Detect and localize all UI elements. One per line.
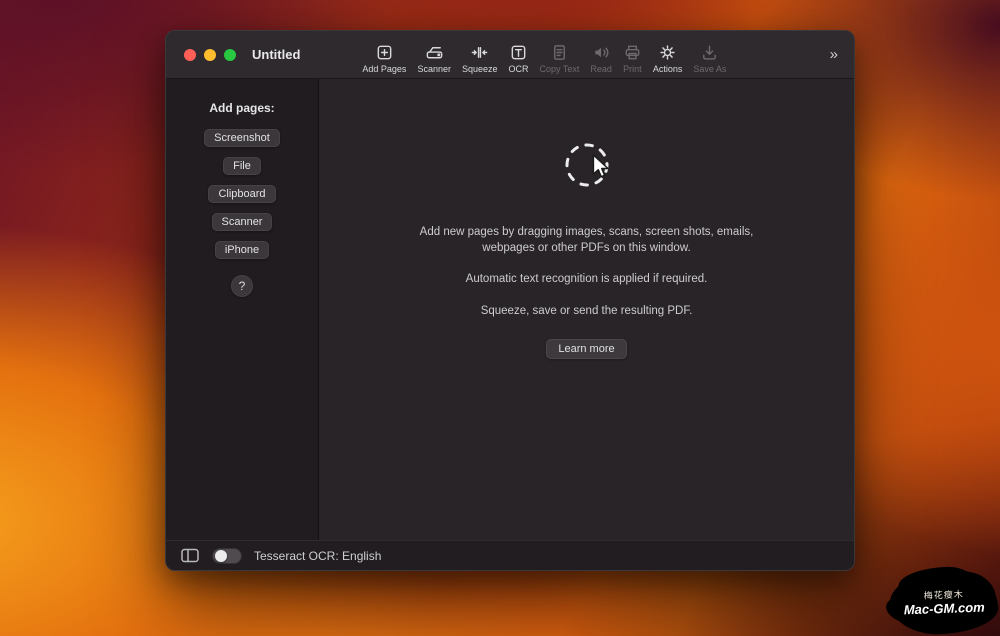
scanner-icon <box>425 43 444 62</box>
drop-hint-text: Add new pages by dragging images, scans,… <box>411 225 763 256</box>
toolbar-label-squeeze: Squeeze <box>462 64 498 74</box>
copy-text-icon <box>550 43 569 62</box>
titlebar: Untitled Add Pages Scanner <box>166 31 854 79</box>
cursor-arrow-icon <box>588 153 614 181</box>
squeeze-hint-text: Squeeze, save or send the resulting PDF. <box>481 304 693 320</box>
ocr-status-label: Tesseract OCR: English <box>254 549 381 563</box>
toolbar-button-actions[interactable]: Actions <box>653 43 683 74</box>
toolbar-label-read: Read <box>590 64 612 74</box>
toolbar-label-save-as: Save As <box>693 64 726 74</box>
sidebar-toggle-button[interactable] <box>180 547 200 564</box>
ocr-icon <box>509 43 528 62</box>
toolbar-button-copy-text[interactable]: Copy Text <box>540 43 580 74</box>
toolbar-label-copy-text: Copy Text <box>540 64 580 74</box>
toolbar-button-read[interactable]: Read <box>590 43 612 74</box>
sidebar-button-file[interactable]: File <box>223 157 261 175</box>
squeeze-icon <box>470 43 489 62</box>
toolbar-button-ocr[interactable]: OCR <box>509 43 529 74</box>
toolbar-label-add-pages: Add Pages <box>362 64 406 74</box>
toolbar-label-scanner: Scanner <box>417 64 451 74</box>
toolbar-button-add-pages[interactable]: Add Pages <box>362 43 406 74</box>
statusbar: Tesseract OCR: English <box>166 540 854 570</box>
toolbar-label-ocr: OCR <box>509 64 529 74</box>
toolbar-button-print[interactable]: Print <box>623 43 642 74</box>
sidebar-heading: Add pages: <box>209 101 274 115</box>
sidebar-button-scanner[interactable]: Scanner <box>212 213 273 231</box>
sidebar-button-clipboard[interactable]: Clipboard <box>208 185 275 203</box>
toggle-knob <box>215 550 227 562</box>
drop-target-graphic <box>563 141 611 189</box>
minimize-button[interactable] <box>204 49 216 61</box>
window-content: Add pages: Screenshot File Clipboard Sca… <box>166 79 854 540</box>
close-button[interactable] <box>184 49 196 61</box>
toolbar-button-scanner[interactable]: Scanner <box>417 43 451 74</box>
toolbar-label-actions: Actions <box>653 64 683 74</box>
watermark: 梅花瘦木 Mac-GM.com <box>889 568 999 636</box>
ocr-hint-text: Automatic text recognition is applied if… <box>466 272 708 288</box>
read-aloud-icon <box>592 43 611 62</box>
print-icon <box>623 43 642 62</box>
zoom-button[interactable] <box>224 49 236 61</box>
drop-area[interactable]: Add new pages by dragging images, scans,… <box>319 79 854 540</box>
watermark-site-text: Mac-GM.com <box>904 600 985 618</box>
learn-more-button[interactable]: Learn more <box>546 339 626 359</box>
toolbar-button-save-as[interactable]: Save As <box>693 43 726 74</box>
actions-gear-icon <box>658 43 677 62</box>
toolbar-label-print: Print <box>623 64 642 74</box>
traffic-lights <box>184 49 236 61</box>
app-window: Untitled Add Pages Scanner <box>165 30 855 571</box>
sidebar: Add pages: Screenshot File Clipboard Sca… <box>166 79 319 540</box>
sidebar-button-iphone[interactable]: iPhone <box>215 241 269 259</box>
desktop-wallpaper: Untitled Add Pages Scanner <box>0 0 1000 636</box>
toolbar-button-squeeze[interactable]: Squeeze <box>462 43 498 74</box>
ocr-toggle-switch[interactable] <box>212 548 242 564</box>
toolbar-overflow-button[interactable]: » <box>824 44 844 65</box>
window-title: Untitled <box>252 47 300 62</box>
sidebar-button-screenshot[interactable]: Screenshot <box>204 129 280 147</box>
toolbar: Add Pages Scanner Squeeze <box>362 36 726 74</box>
save-as-icon <box>700 43 719 62</box>
add-pages-icon <box>375 43 394 62</box>
help-button[interactable]: ? <box>231 275 253 297</box>
